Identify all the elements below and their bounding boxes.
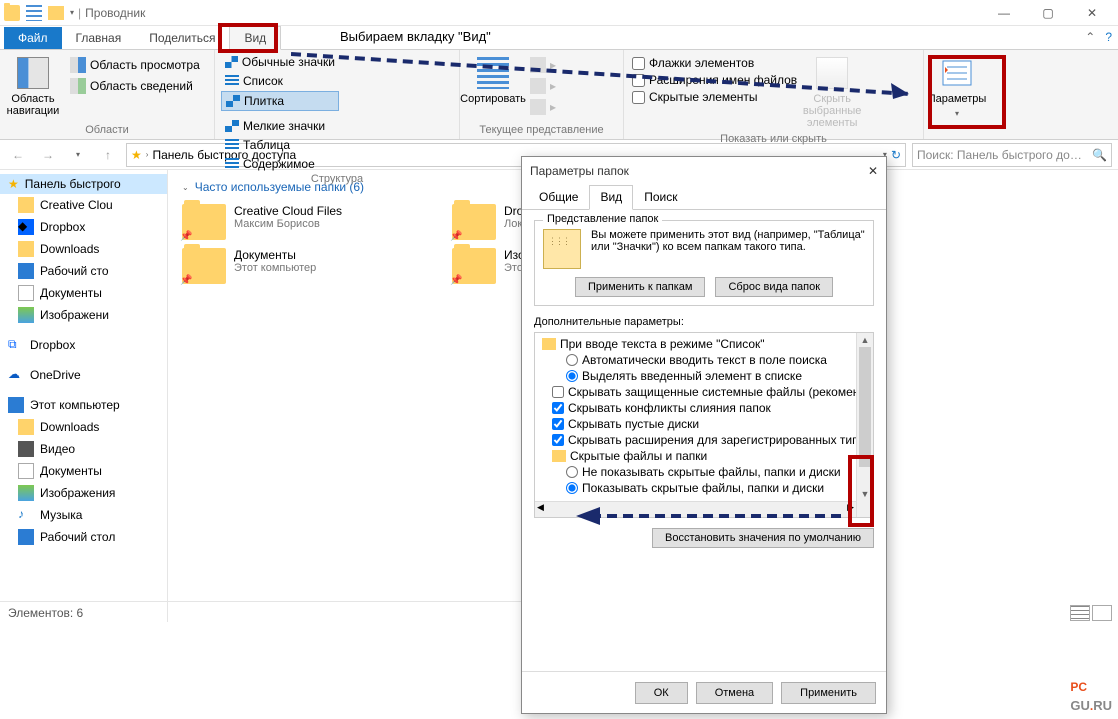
sidebar-this-pc[interactable]: Этот компьютер [0,394,167,416]
recent-dropdown[interactable]: ▾ [66,143,90,167]
sidebar-dropbox[interactable]: ⧉Dropbox [0,334,167,356]
tree-row[interactable]: Скрытые файлы и папки [538,448,870,464]
tree-vscroll[interactable]: ▲ ▼ [856,333,873,517]
ribbon-tabs: Файл Главная Поделиться Вид Выбираем вкл… [0,26,1118,50]
scroll-thumb[interactable] [859,347,871,467]
nav-tree[interactable]: ★Панель быстрого Creative Clou ◆Dropbox … [0,170,168,622]
folder-view-fieldset: Представление папок Вы можете применить … [534,220,874,306]
sidebar-onedrive[interactable]: ☁OneDrive [0,364,167,386]
dialog-title: Параметры папок [530,164,629,178]
restore-defaults-button[interactable]: Восстановить значения по умолчанию [652,528,874,548]
size-columns-button[interactable]: ▸ [526,97,560,117]
sidebar-item[interactable]: Изображения [0,482,167,504]
tree-row[interactable]: Скрывать пустые диски [538,416,870,432]
tiles-view-icon[interactable] [1092,605,1112,621]
status-bar: Элементов: 6 [0,601,538,623]
advanced-settings-tree[interactable]: При вводе текста в режиме "Список"Автома… [534,332,874,518]
tab-share[interactable]: Поделиться [135,27,229,49]
help-icon[interactable]: ? [1105,30,1112,44]
scroll-up-icon: ▲ [857,333,873,347]
minimize-button[interactable]: — [982,0,1026,26]
sidebar-item[interactable]: Creative Clou [0,194,167,216]
options-button[interactable]: Параметры ▾ [930,53,984,122]
sidebar-item[interactable]: Изображени [0,304,167,326]
details-pane-button[interactable]: Область сведений [66,76,204,96]
sidebar-item[interactable]: Рабочий стол [0,526,167,548]
dialog-close-icon[interactable]: ✕ [868,164,878,178]
titlebar: ▾ | Проводник — ▢ ✕ [0,0,1118,26]
dlg-tab-search[interactable]: Поиск [633,185,688,209]
scroll-down-icon: ▼ [857,487,873,501]
sidebar-item[interactable]: Документы [0,460,167,482]
tree-row[interactable]: Скрывать расширения для зарегистрированн… [538,432,870,448]
sidebar-item[interactable]: Документы [0,282,167,304]
location-star-icon: ★ [131,148,142,162]
maximize-button[interactable]: ▢ [1026,0,1070,26]
dlg-tab-general[interactable]: Общие [528,185,589,209]
layout-content[interactable]: Содержимое [221,155,331,173]
search-input[interactable]: Поиск: Панель быстрого до… 🔍 [912,143,1112,167]
qat-dropdown-icon[interactable]: ▾ [70,8,74,17]
tree-row[interactable]: Автоматически вводить текст в поле поиск… [538,352,870,368]
watermark: PCGU.RU [1070,666,1112,713]
refresh-icon[interactable]: ↻ [891,148,901,162]
window-title: Проводник [85,6,145,20]
apply-to-folders-button[interactable]: Применить к папкам [575,277,706,297]
layout-small-icons[interactable]: Мелкие значки [221,117,331,135]
new-folder-icon[interactable] [48,6,64,20]
sidebar-item[interactable]: ♪Музыка [0,504,167,526]
forward-button[interactable]: → [36,143,60,167]
preview-pane-button[interactable]: Область просмотра [66,55,204,75]
dlg-tab-view[interactable]: Вид [589,185,633,210]
ok-button[interactable]: ОК [635,682,688,704]
tree-row[interactable]: Скрывать защищенные системные файлы (рек… [538,384,870,400]
close-button[interactable]: ✕ [1070,0,1114,26]
sidebar-quick-access[interactable]: ★Панель быстрого [0,174,167,194]
quick-access-toolbar: ▾ [4,5,74,21]
annotation-tip: Выбираем вкладку "Вид" [340,29,491,44]
folder-item[interactable]: 📌ДокументыЭтот компьютер [182,248,422,284]
sidebar-item[interactable]: Downloads [0,416,167,438]
tab-view[interactable]: Вид [229,26,281,50]
apply-button[interactable]: Применить [781,682,876,704]
sidebar-item[interactable]: Рабочий сто [0,260,167,282]
reset-folders-button[interactable]: Сброс вида папок [715,277,833,297]
folder-preview-icon [543,229,581,269]
ribbon-collapse-icon[interactable]: ⌃ [1085,30,1095,44]
nav-pane-button[interactable]: Область навигации [6,53,60,121]
layout-details[interactable]: Таблица [221,136,331,154]
up-button[interactable]: ↑ [96,143,120,167]
sidebar-item[interactable]: ◆Dropbox [0,216,167,238]
folder-options-dialog: Параметры папок ✕ Общие Вид Поиск Предст… [521,156,887,714]
tab-home[interactable]: Главная [62,27,136,49]
tree-row[interactable]: Выделять введенный элемент в списке [538,368,870,384]
sidebar-item[interactable]: Видео [0,438,167,460]
tree-row[interactable]: Показывать скрытые файлы, папки и диски [538,480,870,496]
annotation-arrow-2 [576,504,841,528]
tab-file[interactable]: Файл [4,27,62,49]
details-view-icon[interactable] [1070,605,1090,621]
annotation-arrow-1 [291,50,932,100]
tree-row[interactable]: Скрывать конфликты слияния папок [538,400,870,416]
explorer-icon [4,5,20,21]
tree-row[interactable]: Не показывать скрытые файлы, папки и дис… [538,464,870,480]
options-dropdown-icon[interactable]: ▾ [955,109,959,118]
back-button[interactable]: ← [6,143,30,167]
sidebar-item[interactable]: Downloads [0,238,167,260]
properties-icon[interactable] [26,5,42,21]
folder-item[interactable]: 📌Creative Cloud FilesМаксим Борисов [182,204,422,240]
advanced-label: Дополнительные параметры: [534,316,874,328]
search-icon[interactable]: 🔍 [1092,148,1107,162]
cancel-button[interactable]: Отмена [696,682,773,704]
tree-row[interactable]: При вводе текста в режиме "Список" [538,336,870,352]
